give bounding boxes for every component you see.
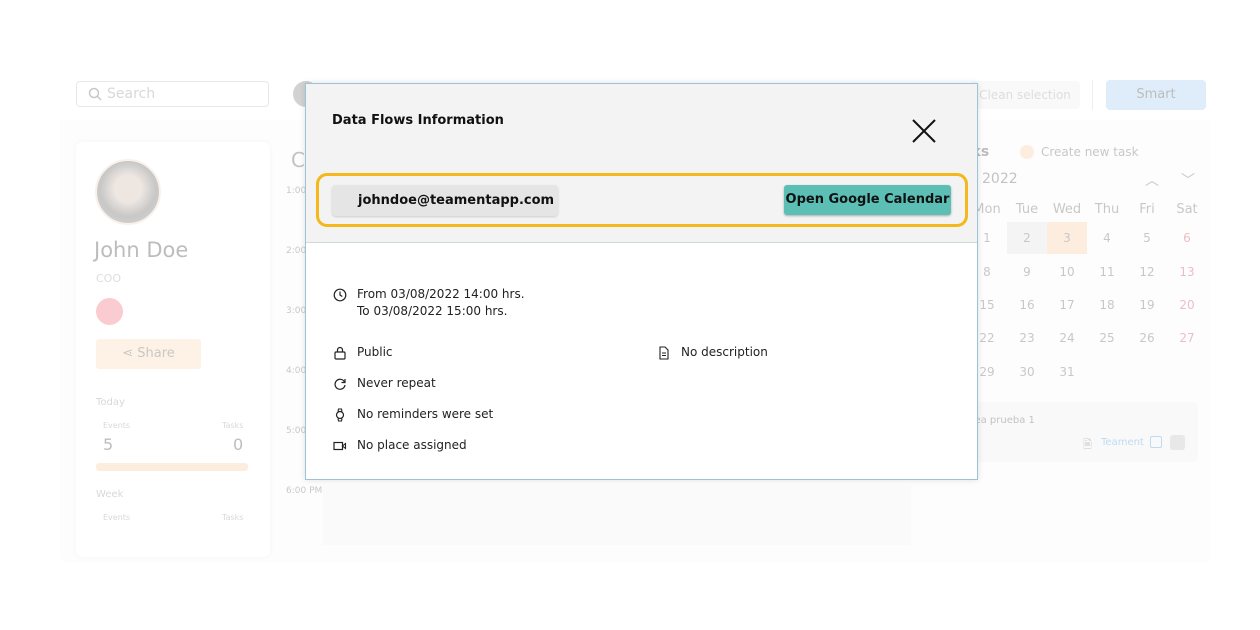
- calendar-day[interactable]: 17: [1047, 289, 1087, 321]
- document-icon: 🗎: [1083, 438, 1092, 451]
- profile-name: John Doe: [94, 238, 189, 262]
- progress-bar: [96, 463, 248, 471]
- calendar-day[interactable]: 4: [1087, 222, 1127, 254]
- today-events-count: 5: [103, 435, 114, 454]
- today-label: Today: [96, 397, 125, 408]
- search-input[interactable]: Search: [76, 81, 269, 107]
- event-to: To 03/08/2022 15:00 hrs.: [357, 304, 508, 318]
- avatar: [95, 159, 161, 225]
- weekday-header: Wed: [1052, 202, 1082, 217]
- clock-icon: [333, 288, 347, 302]
- calendar-day[interactable]: 20: [1167, 289, 1207, 321]
- today-tasks-label: Tasks: [222, 421, 244, 430]
- today-tasks-count: 0: [233, 435, 244, 454]
- calendar-slot-area[interactable]: [323, 485, 911, 545]
- calendar-day[interactable]: 19: [1127, 289, 1167, 321]
- calendar-day[interactable]: 5: [1127, 222, 1167, 254]
- calendar-day[interactable]: 30: [1007, 356, 1047, 388]
- calendar-day[interactable]: 31: [1047, 356, 1087, 388]
- search-icon: [88, 87, 102, 101]
- calendar-day[interactable]: 27: [1167, 322, 1207, 354]
- document-icon: [659, 346, 669, 360]
- open-google-calendar-button[interactable]: Open Google Calendar: [784, 185, 951, 215]
- calendar-day[interactable]: 18: [1087, 289, 1127, 321]
- calendar-day[interactable]: 3: [1047, 222, 1087, 254]
- search-placeholder: Search: [107, 86, 156, 102]
- smart-button[interactable]: Smart: [1106, 80, 1206, 110]
- week-events-label: Events: [103, 513, 131, 522]
- calendar-day[interactable]: 12: [1127, 256, 1167, 288]
- task-checkbox[interactable]: [1170, 435, 1185, 450]
- calendar-day[interactable]: 2: [1007, 222, 1047, 254]
- calendar-day[interactable]: 9: [1007, 256, 1047, 288]
- time-label: 1:00: [286, 186, 307, 196]
- month-year: 2022: [982, 171, 1018, 187]
- today-events-label: Events: [103, 421, 131, 430]
- calendar-title: C: [291, 148, 305, 172]
- calendar-day[interactable]: 11: [1087, 256, 1127, 288]
- event-repeat: Never repeat: [357, 376, 436, 390]
- time-label: 6:00 PM: [286, 486, 323, 496]
- add-icon[interactable]: [1020, 145, 1034, 159]
- chevron-up-icon[interactable]: ︿: [1145, 170, 1159, 190]
- calendar-icon: [1150, 436, 1162, 448]
- divider: [1092, 80, 1093, 110]
- status-badge: [96, 298, 123, 325]
- calendar-day[interactable]: 6: [1167, 222, 1207, 254]
- calendar-day[interactable]: 25: [1087, 322, 1127, 354]
- clean-selection-button[interactable]: Clean selection: [970, 81, 1080, 109]
- video-icon: [333, 441, 347, 451]
- account-email: johndoe@teamentapp.com: [332, 185, 558, 216]
- weekday-header: Thu: [1094, 202, 1120, 217]
- task-source: Teament: [1101, 437, 1144, 448]
- week-label: Week: [96, 489, 124, 500]
- calendar-day[interactable]: 24: [1047, 322, 1087, 354]
- event-visibility: Public: [357, 345, 393, 359]
- time-label: 3:00: [286, 306, 307, 316]
- time-label: 4:00: [286, 366, 307, 376]
- event-description: No description: [681, 345, 768, 359]
- weekday-header: Tue: [1015, 202, 1039, 217]
- chevron-down-icon[interactable]: ﹀: [1181, 170, 1195, 190]
- profile-role: COO: [96, 272, 121, 285]
- share-button[interactable]: ⋖ Share: [96, 339, 201, 369]
- event-reminders: No reminders were set: [357, 407, 494, 421]
- calendar-day[interactable]: 10: [1047, 256, 1087, 288]
- share-label: Share: [137, 346, 175, 361]
- time-label: 5:00: [286, 426, 307, 436]
- weekday-header: Fri: [1139, 202, 1155, 217]
- modal-title: Data Flows Information: [332, 113, 504, 128]
- repeat-icon: [334, 378, 346, 390]
- weekday-header: Sat: [1176, 202, 1198, 217]
- create-task-link[interactable]: Create new task: [1041, 145, 1139, 159]
- time-label: 2:00: [286, 246, 307, 256]
- event-place: No place assigned: [357, 438, 467, 452]
- week-tasks-label: Tasks: [222, 513, 244, 522]
- lock-icon: [334, 346, 346, 360]
- watch-icon: [335, 408, 345, 422]
- event-from: From 03/08/2022 14:00 hrs.: [357, 287, 525, 301]
- calendar-day[interactable]: 26: [1127, 322, 1167, 354]
- calendar-day[interactable]: 13: [1167, 256, 1207, 288]
- event-info-modal: Data Flows Information johndoe@teamentap…: [305, 83, 978, 480]
- calendar-day[interactable]: 16: [1007, 289, 1047, 321]
- task-item[interactable]: [960, 402, 1198, 462]
- calendar-day[interactable]: 23: [1007, 322, 1047, 354]
- modal-header: Data Flows Information johndoe@teamentap…: [306, 84, 977, 243]
- close-icon[interactable]: [911, 118, 937, 144]
- share-icon: ⋖: [122, 346, 138, 361]
